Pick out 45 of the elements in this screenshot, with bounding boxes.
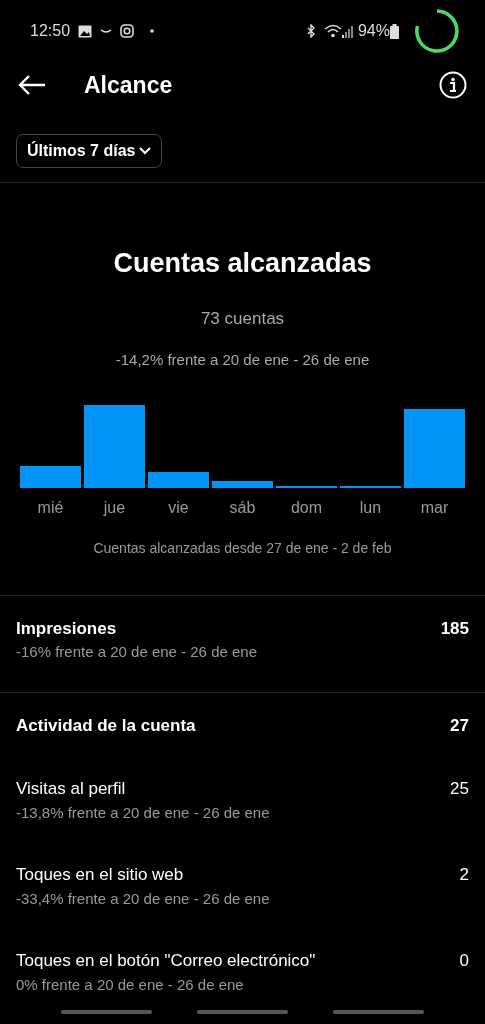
gallery-icon (78, 24, 93, 38)
comparison-text: -14,2% frente a 20 de ene - 26 de ene (115, 350, 370, 370)
chart-bar (20, 465, 81, 488)
metric-label: Actividad de la cuenta (16, 714, 196, 737)
battery-icon (390, 23, 399, 39)
chart-bar (340, 485, 401, 488)
day-label: vie (167, 497, 190, 518)
metric-label: Impresiones (16, 617, 118, 640)
loading-ring-icon (415, 9, 459, 53)
bluetooth-icon (305, 24, 316, 38)
reach-count: 73 cuentas (200, 307, 285, 330)
activity-value: 25 (450, 778, 469, 800)
day-label: dom (289, 497, 324, 518)
comparison-text: -33,4% frente a 20 de ene - 26 de ene (16, 888, 270, 909)
section-title: Cuentas alcanzadas (113, 247, 372, 280)
chevron-down-icon (139, 147, 152, 155)
info-icon[interactable] (439, 71, 467, 99)
camera-icon (120, 24, 135, 38)
activity-label: Toques en el botón "Correo electrónico" (16, 950, 316, 972)
day-label: mar (419, 497, 450, 518)
metric-value: 185 (440, 617, 469, 640)
activity-value: 0 (459, 950, 469, 972)
activity-label: Toques en el sitio web (16, 864, 185, 886)
back-arrow-icon[interactable] (18, 75, 46, 95)
chart-bar (212, 480, 273, 488)
comparison-text: -16% frente a 20 de ene - 26 de ene (16, 642, 257, 662)
screen-title: Alcance (84, 70, 174, 100)
metric-value: 27 (450, 714, 469, 737)
day-label: mié (36, 497, 65, 518)
activity-label: Visitas al perfil (16, 778, 127, 800)
notification-dot-icon (150, 29, 155, 33)
day-label: sáb (228, 497, 257, 518)
status-time: 12:50 (30, 21, 71, 41)
chart-caption: Cuentas alcanzadas desde 27 de ene - 2 de feb (93, 538, 392, 558)
activity-value: 2 (459, 864, 469, 886)
period-dropdown[interactable]: Últimos 7 días (16, 134, 163, 168)
comparison-text: 0% frente a 20 de ene - 26 de ene (16, 974, 245, 995)
day-label: jue (102, 497, 127, 518)
comparison-text: -13,8% frente a 20 de ene - 26 de ene (16, 802, 270, 823)
signal-icon (341, 24, 354, 38)
chart-bar (276, 485, 337, 488)
battery-percentage: 94% (357, 21, 390, 41)
wifi-icon (323, 24, 342, 38)
chart-bar (148, 471, 209, 488)
day-label: lun (358, 497, 383, 518)
